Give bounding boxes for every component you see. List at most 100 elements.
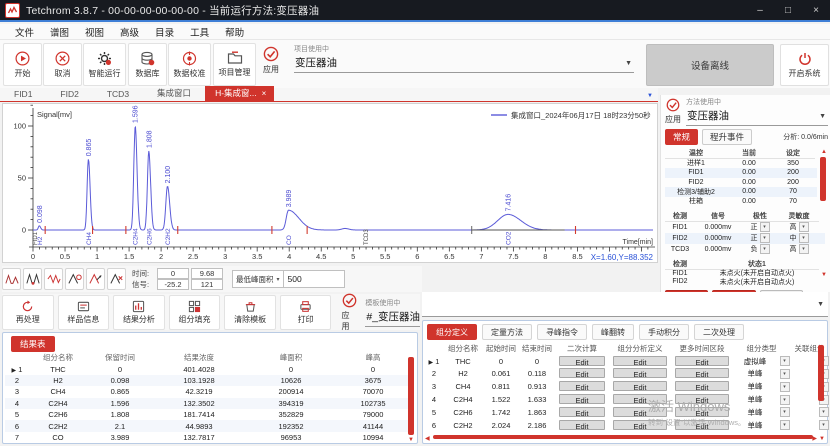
smart-run-button[interactable]: 智能运行 bbox=[83, 43, 126, 86]
power-on-button[interactable]: 开启系统 bbox=[780, 44, 829, 86]
min-peak-area-input[interactable]: 500 bbox=[284, 270, 345, 288]
time-from-field[interactable]: 0 bbox=[157, 268, 189, 279]
detector-polarity-select[interactable]: 负▾ bbox=[741, 244, 779, 254]
tab-general[interactable]: 常规 bbox=[665, 129, 698, 145]
chevron-down-icon[interactable]: ▾ bbox=[819, 420, 829, 430]
peak-tool-icon-4[interactable] bbox=[65, 268, 84, 290]
related-component-select[interactable]: ▾ bbox=[816, 407, 829, 417]
component-fill-button[interactable]: 组分填充 bbox=[169, 295, 221, 330]
method-combo[interactable]: 方法使用中 变压器油 ▼ bbox=[686, 97, 828, 126]
template-apply-button[interactable]: 应用 bbox=[341, 293, 357, 332]
time-zone-edit-button[interactable]: Edit bbox=[675, 407, 729, 417]
chevron-down-icon[interactable]: ▾ bbox=[799, 244, 809, 254]
component-type-select[interactable]: ▾ bbox=[777, 356, 790, 366]
component-row-2[interactable]: 3CH40.8110.913EditEditEdit单峰▾▾ bbox=[425, 380, 821, 393]
results-scroll-down-icon[interactable]: ▼ bbox=[408, 437, 414, 443]
signal-to-field[interactable]: 121 bbox=[191, 279, 223, 290]
results-row-4[interactable]: 5C2H61.808181.741435282979000 bbox=[5, 409, 409, 420]
peak-tool-icon-3[interactable] bbox=[44, 268, 63, 290]
calibration-button[interactable]: 数据校准 bbox=[168, 43, 211, 86]
component-row-4[interactable]: 5C2H61.7421.863EditEditEdit单峰▾▾ bbox=[425, 406, 821, 419]
results-row-2[interactable]: 3CH40.86542.321920091470070 bbox=[5, 386, 409, 397]
temp-row-0[interactable]: 进样10.00350 bbox=[665, 159, 817, 169]
results-row-3[interactable]: 4C2H41.596132.3502394319102735 bbox=[5, 398, 409, 409]
tab-1[interactable]: FID2 bbox=[46, 88, 92, 101]
peak-tool-icon-2[interactable] bbox=[23, 268, 42, 290]
time-zone-edit-button[interactable]: Edit bbox=[675, 356, 729, 366]
chevron-down-icon[interactable]: ▾ bbox=[760, 244, 770, 254]
tab-close-icon[interactable]: × bbox=[262, 89, 267, 98]
component-tab-0[interactable]: 组分定义 bbox=[427, 324, 477, 340]
secondary-calc-edit-button[interactable]: Edit bbox=[559, 407, 605, 417]
detector-row-2[interactable]: TCD30.000mv负▾高▾ bbox=[665, 244, 825, 255]
secondary-calc-edit-button[interactable]: Edit bbox=[559, 368, 605, 378]
component-type-select[interactable]: ▾ bbox=[777, 407, 790, 417]
detector-sensitivity-select[interactable]: 高▾ bbox=[779, 244, 819, 254]
analysis-def-edit-button[interactable]: Edit bbox=[613, 420, 667, 430]
min-peak-area-select[interactable]: 最低峰面积▾ bbox=[232, 270, 284, 288]
component-row-5[interactable]: 6C2H22.0242.186EditEditEdit单峰▾▾ bbox=[425, 419, 821, 432]
component-row-0[interactable]: ▶ 1THC00EditEditEdit虚拟峰▾▾ bbox=[425, 355, 821, 368]
component-type-select[interactable]: ▾ bbox=[777, 395, 790, 405]
print-button[interactable]: 打印 bbox=[280, 295, 332, 330]
results-vscrollbar[interactable] bbox=[408, 357, 414, 435]
component-tab-2[interactable]: 寻峰指令 bbox=[537, 324, 587, 340]
chromatogram-plot[interactable]: 05010000.511.522.533.544.555.566.577.588… bbox=[3, 104, 657, 262]
detector-sensitivity-select[interactable]: 高▾ bbox=[779, 222, 819, 232]
analysis-def-edit-button[interactable]: Edit bbox=[613, 368, 667, 378]
component-type-select[interactable]: ▾ bbox=[777, 420, 790, 430]
status-scroll-down-icon[interactable]: ▼ bbox=[821, 272, 827, 278]
results-row-5[interactable]: 6C2H22.144.989319235241144 bbox=[5, 420, 409, 431]
temp-row-3[interactable]: 检测3/辅助20.0070 bbox=[665, 187, 817, 197]
peak-tool-icon-6[interactable] bbox=[107, 268, 126, 290]
project-manage-button[interactable]: 项目管理 bbox=[213, 43, 256, 86]
time-to-field[interactable]: 9.68 bbox=[191, 268, 223, 279]
template-combo[interactable]: 模板使用中 #_变压器油 bbox=[365, 298, 420, 327]
project-apply-button[interactable]: 应用 bbox=[263, 46, 279, 75]
temp-vscrollbar[interactable] bbox=[820, 157, 826, 201]
chevron-down-icon[interactable]: ▾ bbox=[780, 407, 790, 417]
chevron-down-icon[interactable]: ▾ bbox=[760, 233, 770, 243]
tab-0[interactable]: FID1 bbox=[0, 88, 46, 101]
component-tab-4[interactable]: 手动积分 bbox=[639, 324, 689, 340]
hscroll-right-icon[interactable]: ▶ bbox=[812, 435, 817, 442]
secondary-calc-edit-button[interactable]: Edit bbox=[559, 356, 605, 366]
menu-item-5[interactable]: 工具 bbox=[183, 24, 216, 40]
tab-4[interactable]: H-集成窗...× bbox=[205, 86, 274, 101]
clear-template-button[interactable]: 清除模板 bbox=[224, 295, 276, 330]
detector-sensitivity-select[interactable]: 中▾ bbox=[779, 233, 819, 243]
time-zone-edit-button[interactable]: Edit bbox=[675, 420, 729, 430]
temp-row-4[interactable]: 柱箱0.0070 bbox=[665, 197, 817, 207]
temp-row-2[interactable]: FID20.00200 bbox=[665, 178, 817, 188]
peak-tool-icon-1[interactable] bbox=[2, 268, 21, 290]
tab-overflow-icon[interactable]: ▼ bbox=[647, 93, 658, 101]
project-combo[interactable]: 项目使用中 变压器油 ▼ bbox=[294, 44, 634, 73]
maximize-button[interactable]: □ bbox=[774, 0, 802, 20]
chevron-down-icon[interactable]: ▾ bbox=[760, 222, 770, 232]
hscroll-left-icon[interactable]: ◀ bbox=[425, 435, 430, 442]
component-row-3[interactable]: 4C2H41.5221.633EditEditEdit单峰▾▾ bbox=[425, 393, 821, 406]
analysis-def-edit-button[interactable]: Edit bbox=[613, 381, 667, 391]
chevron-down-icon[interactable]: ▾ bbox=[819, 407, 829, 417]
tab-program-events[interactable]: 程升事件 bbox=[702, 129, 752, 145]
cancel-button[interactable]: 取消 bbox=[43, 43, 82, 86]
component-vscrollbar[interactable] bbox=[818, 345, 824, 401]
time-zone-edit-button[interactable]: Edit bbox=[675, 394, 729, 404]
component-row-1[interactable]: 2H20.0610.118EditEditEdit单峰▾▾ bbox=[425, 368, 821, 381]
component-type-select[interactable]: ▾ bbox=[777, 369, 790, 379]
component-type-select[interactable]: ▾ bbox=[777, 382, 790, 392]
analysis-def-edit-button[interactable]: Edit bbox=[613, 394, 667, 404]
signal-from-field[interactable]: -25.2 bbox=[157, 279, 189, 290]
start-button[interactable]: 开始 bbox=[3, 43, 42, 86]
time-zone-edit-button[interactable]: Edit bbox=[675, 381, 729, 391]
detector-row-0[interactable]: FID10.000mv正▾高▾ bbox=[665, 222, 825, 233]
secondary-calc-edit-button[interactable]: Edit bbox=[559, 381, 605, 391]
menu-item-4[interactable]: 目录 bbox=[148, 24, 181, 40]
close-button[interactable]: × bbox=[802, 0, 830, 20]
related-component-select[interactable]: ▾ bbox=[816, 420, 829, 430]
minimize-button[interactable]: – bbox=[746, 0, 774, 20]
secondary-calc-edit-button[interactable]: Edit bbox=[559, 420, 605, 430]
chevron-down-icon[interactable]: ▾ bbox=[780, 420, 790, 430]
result-analysis-button[interactable]: 结果分析 bbox=[113, 295, 165, 330]
tab-2[interactable]: TCD3 bbox=[93, 88, 143, 101]
